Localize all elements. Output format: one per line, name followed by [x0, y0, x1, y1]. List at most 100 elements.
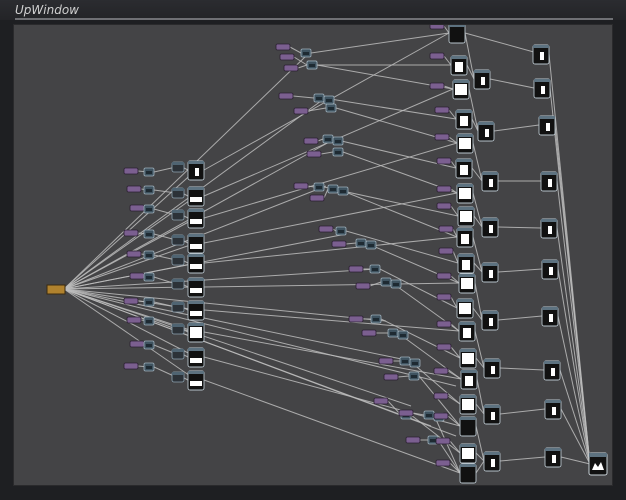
image-op-node[interactable] — [481, 262, 499, 283]
small-op-node[interactable] — [313, 182, 325, 192]
small-op-node[interactable] — [322, 134, 334, 144]
image-op-node[interactable] — [187, 322, 205, 343]
image-op-node[interactable] — [457, 253, 475, 274]
small-op-node[interactable] — [365, 240, 377, 250]
image-op-node[interactable] — [538, 115, 556, 136]
window-titlebar[interactable]: UpWindow — [0, 0, 626, 20]
param-node[interactable] — [429, 25, 445, 30]
small-op-node[interactable] — [143, 362, 155, 372]
small-op-node[interactable] — [143, 167, 155, 177]
image-op-node[interactable] — [543, 360, 561, 381]
image-op-node[interactable] — [458, 273, 476, 294]
image-op-node[interactable] — [187, 186, 205, 207]
small-op-node[interactable] — [313, 93, 325, 103]
image-op-node[interactable] — [481, 310, 499, 331]
param-node[interactable] — [123, 229, 139, 237]
image-op-node[interactable] — [533, 78, 551, 99]
param-node[interactable] — [283, 64, 299, 72]
small-op-node[interactable] — [380, 277, 392, 287]
image-op-node[interactable] — [187, 160, 205, 181]
param-node[interactable] — [348, 265, 364, 273]
param-node[interactable] — [438, 225, 454, 233]
mid-op-node[interactable] — [171, 278, 185, 290]
param-node[interactable] — [436, 185, 452, 193]
param-node[interactable] — [275, 43, 291, 51]
image-op-node[interactable] — [187, 370, 205, 391]
small-op-node[interactable] — [300, 48, 312, 58]
image-op-node[interactable] — [459, 416, 477, 437]
param-node[interactable] — [123, 167, 139, 175]
image-op-node[interactable] — [458, 321, 476, 342]
mid-op-node[interactable] — [171, 371, 185, 383]
image-op-node[interactable] — [544, 399, 562, 420]
image-op-node[interactable] — [456, 227, 474, 248]
small-op-node[interactable] — [143, 297, 155, 307]
param-node[interactable] — [378, 357, 394, 365]
image-op-node[interactable] — [187, 233, 205, 254]
image-op-node[interactable] — [460, 369, 478, 390]
param-node[interactable] — [278, 92, 294, 100]
param-node[interactable] — [429, 52, 445, 60]
param-node[interactable] — [435, 437, 451, 445]
image-op-node[interactable] — [187, 347, 205, 368]
small-op-node[interactable] — [335, 226, 347, 236]
mid-op-node[interactable] — [171, 254, 185, 266]
param-node[interactable] — [435, 459, 451, 467]
param-node[interactable] — [436, 272, 452, 280]
small-op-node[interactable] — [143, 316, 155, 326]
param-node[interactable] — [433, 392, 449, 400]
small-op-node[interactable] — [143, 250, 155, 260]
param-node[interactable] — [433, 412, 449, 420]
image-op-node[interactable] — [456, 133, 474, 154]
param-node[interactable] — [355, 282, 371, 290]
param-node[interactable] — [306, 150, 322, 158]
mid-op-node[interactable] — [171, 187, 185, 199]
image-op-node[interactable] — [450, 55, 468, 76]
image-op-node[interactable] — [452, 79, 470, 100]
image-op-node[interactable] — [540, 171, 558, 192]
mid-op-node[interactable] — [171, 209, 185, 221]
param-node[interactable] — [434, 133, 450, 141]
param-node[interactable] — [405, 436, 421, 444]
small-op-node[interactable] — [332, 136, 344, 146]
param-node[interactable] — [126, 250, 142, 258]
param-node[interactable] — [279, 53, 295, 61]
param-node[interactable] — [309, 194, 325, 202]
small-op-node[interactable] — [327, 184, 339, 194]
image-op-node[interactable] — [459, 463, 477, 484]
image-op-node[interactable] — [477, 121, 495, 142]
image-op-node[interactable] — [459, 443, 477, 464]
param-node[interactable] — [123, 362, 139, 370]
image-op-node[interactable] — [187, 253, 205, 274]
small-op-node[interactable] — [387, 328, 399, 338]
small-op-node[interactable] — [323, 95, 335, 105]
image-op-node[interactable] — [459, 348, 477, 369]
param-node[interactable] — [383, 373, 399, 381]
param-node[interactable] — [126, 185, 142, 193]
param-node[interactable] — [436, 157, 452, 165]
image-op-node[interactable] — [532, 44, 550, 65]
image-op-node[interactable] — [459, 394, 477, 415]
param-node[interactable] — [129, 204, 145, 212]
param-node[interactable] — [361, 329, 377, 337]
root-node[interactable] — [46, 284, 66, 295]
param-node[interactable] — [433, 367, 449, 375]
image-op-node[interactable] — [483, 404, 501, 425]
node-graph-canvas[interactable] — [13, 24, 613, 486]
image-op-node[interactable] — [483, 358, 501, 379]
mid-op-node[interactable] — [171, 323, 185, 335]
small-op-node[interactable] — [337, 186, 349, 196]
mid-op-node[interactable] — [171, 348, 185, 360]
small-op-node[interactable] — [369, 264, 381, 274]
small-op-node[interactable] — [399, 356, 411, 366]
mid-op-node[interactable] — [171, 161, 185, 173]
small-op-node[interactable] — [143, 229, 155, 239]
image-op-node[interactable] — [541, 306, 559, 327]
small-op-node[interactable] — [397, 330, 409, 340]
image-op-node[interactable] — [448, 25, 466, 44]
image-op-node[interactable] — [481, 171, 499, 192]
small-op-node[interactable] — [143, 340, 155, 350]
param-node[interactable] — [398, 409, 414, 417]
image-op-node[interactable] — [455, 109, 473, 130]
output-node[interactable] — [588, 452, 608, 476]
